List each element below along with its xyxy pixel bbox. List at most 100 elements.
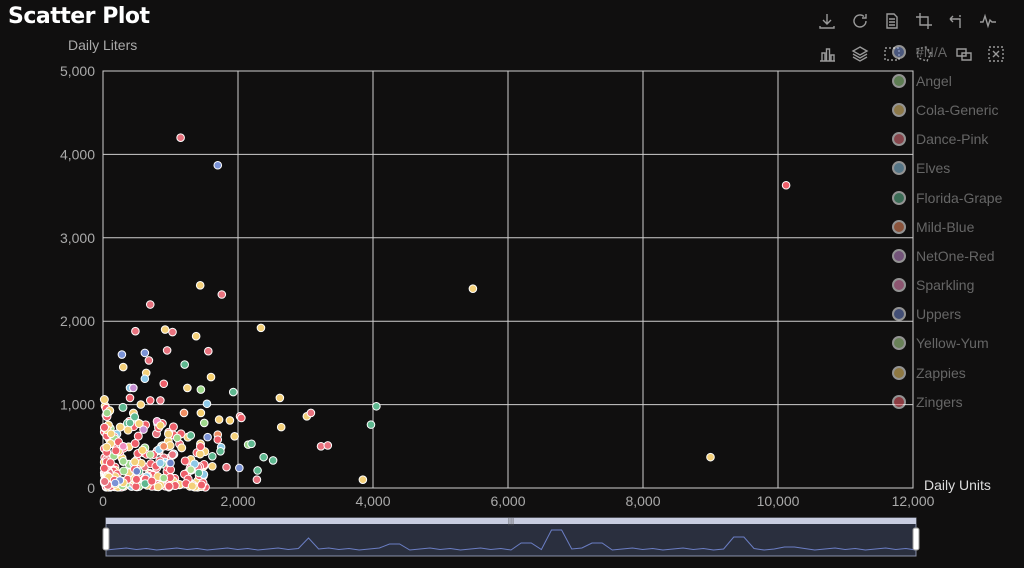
cluster-point xyxy=(123,425,133,435)
legend-label: Zingers xyxy=(916,393,963,410)
scatter-point xyxy=(247,439,256,449)
scatter-point xyxy=(204,346,213,356)
legend-marker-icon xyxy=(892,190,906,205)
x-tick-label: 6,000 xyxy=(490,493,525,509)
scatter-point xyxy=(176,133,185,143)
scatter-point xyxy=(228,387,238,397)
scatter-point xyxy=(306,408,316,418)
legend-marker-icon xyxy=(892,44,906,59)
scatter-point xyxy=(196,385,206,394)
scatter-point xyxy=(216,447,225,456)
scatter-point xyxy=(118,362,128,372)
download-icon[interactable] xyxy=(816,10,838,32)
legend-item[interactable]: Zingers xyxy=(890,387,1002,416)
cluster-point xyxy=(133,431,143,441)
scatter-point xyxy=(366,420,376,429)
y-tick-label: 1,000 xyxy=(60,397,95,413)
legend-label: Dance-Pink xyxy=(916,131,989,148)
legend-marker-icon xyxy=(892,219,906,234)
legend-item[interactable]: NetOne-Red xyxy=(890,241,1002,270)
legend-item[interactable]: Mild-Blue xyxy=(890,212,1002,241)
scatter-point xyxy=(144,356,154,365)
cluster-point xyxy=(195,449,205,459)
scatter-point xyxy=(781,180,791,190)
refresh-icon[interactable] xyxy=(849,10,871,32)
datazoom-handle-right[interactable] xyxy=(912,527,920,551)
scatter-point xyxy=(253,466,262,475)
scatter-point xyxy=(102,408,112,418)
scatter-point xyxy=(145,450,155,459)
y-tick-label: 5,000 xyxy=(60,63,95,79)
legend-marker-icon xyxy=(892,248,906,263)
legend-marker-icon xyxy=(892,132,906,147)
scatter-point xyxy=(235,463,244,473)
scatter-point xyxy=(156,421,165,430)
legend-label: Sparkling xyxy=(916,277,975,294)
cluster-point xyxy=(130,457,140,467)
y-tick-label: 3,000 xyxy=(60,230,95,246)
scatter-point xyxy=(180,360,189,369)
x-tick-label: 8,000 xyxy=(625,493,660,509)
scatter-point xyxy=(208,452,217,461)
scatter-point xyxy=(199,418,209,428)
cluster-point xyxy=(177,443,187,453)
legend-label: NetOne-Red xyxy=(916,247,995,264)
scatter-point xyxy=(191,331,201,341)
scatter-point xyxy=(125,393,135,403)
y-tick-label: 2,000 xyxy=(60,313,95,329)
scatter-point xyxy=(117,350,127,359)
scatter-point xyxy=(468,284,478,293)
scatter-point xyxy=(172,433,182,443)
stack-icon[interactable] xyxy=(849,43,871,65)
scatter-point xyxy=(140,348,150,358)
legend-item[interactable]: Uppers xyxy=(890,300,1002,329)
x-tick-label: 2,000 xyxy=(220,493,255,509)
zoom-icon[interactable] xyxy=(913,10,935,32)
cluster-point xyxy=(99,422,109,432)
scatter-point xyxy=(132,467,142,476)
cluster-point xyxy=(187,481,197,491)
scatter-point xyxy=(217,290,227,299)
scatter-point xyxy=(195,281,205,290)
scatter-point xyxy=(213,435,223,444)
scatter-point xyxy=(196,408,206,418)
scatter-point xyxy=(156,396,165,405)
bar-chart-icon[interactable] xyxy=(816,43,838,65)
cluster-point xyxy=(119,466,129,476)
cluster-point xyxy=(99,395,109,405)
scatter-point xyxy=(136,400,146,409)
zoom-reset-icon[interactable] xyxy=(945,10,967,32)
cluster-point xyxy=(180,456,190,466)
cluster-point xyxy=(111,446,121,456)
scatter-point xyxy=(139,425,148,434)
datazoom-handle-left[interactable] xyxy=(102,527,110,551)
scatter-point xyxy=(222,462,231,472)
legend-item[interactable]: #N/A xyxy=(890,37,1002,66)
legend-marker-icon xyxy=(892,73,906,88)
legend-item[interactable]: Elves xyxy=(890,154,1002,183)
scatter-point xyxy=(156,458,165,468)
legend-label: Mild-Blue xyxy=(916,218,975,235)
legend-label: Elves xyxy=(916,160,951,177)
scatter-point xyxy=(225,416,235,425)
legend-item[interactable]: Dance-Pink xyxy=(890,125,1002,154)
legend-item[interactable]: Angel xyxy=(890,66,1002,95)
scatter-point xyxy=(118,442,128,451)
legend-item[interactable]: Zappies xyxy=(890,358,1002,387)
legend-item[interactable]: Cola-Generic xyxy=(890,95,1002,124)
line-chart-icon[interactable] xyxy=(977,10,999,32)
legend-item[interactable]: Sparkling xyxy=(890,271,1002,300)
scatter-point xyxy=(208,462,217,471)
datazoom-move-handle[interactable]: ||| xyxy=(508,517,514,526)
legend-item[interactable]: Yellow-Yum xyxy=(890,329,1002,358)
scatter-point xyxy=(110,478,120,488)
data-view-icon[interactable] xyxy=(881,10,903,32)
x-tick-label: 12,000 xyxy=(892,493,935,509)
legend-marker-icon xyxy=(892,336,906,351)
scatter-point xyxy=(162,346,172,355)
scatter-point xyxy=(213,160,223,170)
cluster-point xyxy=(197,480,207,490)
scatter-point xyxy=(206,372,216,382)
legend-marker-icon xyxy=(892,161,906,176)
legend-item[interactable]: Florida-Grape xyxy=(890,183,1002,212)
